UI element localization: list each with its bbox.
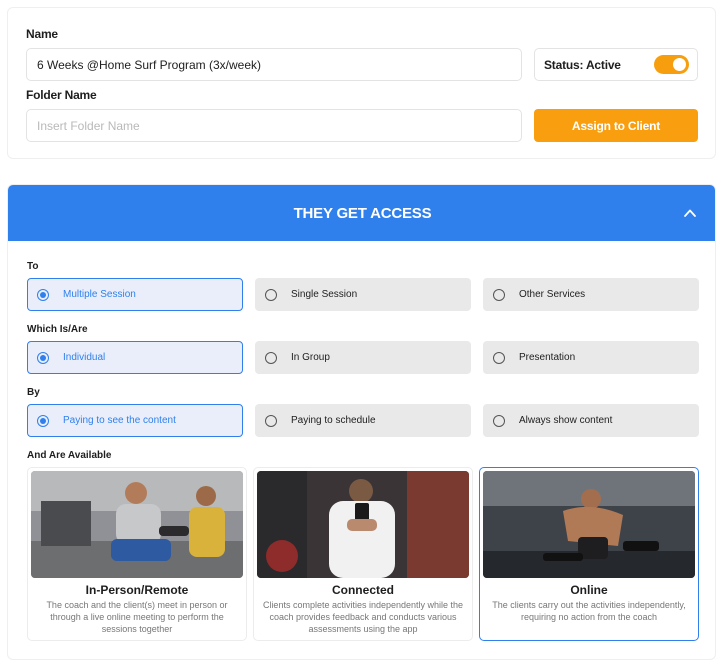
option-in-group[interactable]: In Group xyxy=(255,341,471,374)
phone-user-image xyxy=(257,471,469,578)
option-presentation[interactable]: Presentation xyxy=(483,341,699,374)
to-label: To xyxy=(27,261,39,272)
option-label: Other Services xyxy=(519,289,586,300)
option-label: In Group xyxy=(291,352,330,363)
radio-icon xyxy=(265,351,277,364)
option-individual[interactable]: Individual xyxy=(27,341,243,374)
radio-icon xyxy=(265,288,277,301)
radio-icon xyxy=(493,351,505,364)
assign-to-client-button[interactable]: Assign to Client xyxy=(534,109,698,142)
available-label: And Are Available xyxy=(27,450,112,461)
available-option-connected[interactable]: Connected Clients complete activities in… xyxy=(253,467,473,641)
option-label: Presentation xyxy=(519,352,576,363)
folder-input[interactable]: Insert Folder Name xyxy=(26,109,522,142)
available-option-online[interactable]: Online The clients carry out the activit… xyxy=(479,467,699,641)
radio-selected-icon xyxy=(37,351,49,364)
chevron-up-icon[interactable] xyxy=(683,206,697,220)
access-card: THEY GET ACCESS To Multiple Session Sing… xyxy=(7,184,716,660)
option-label: Always show content xyxy=(519,415,613,426)
option-label: Single Session xyxy=(291,289,358,300)
toggle-knob xyxy=(673,58,686,71)
available-title: Online xyxy=(570,583,608,597)
which-label: Which Is/Are xyxy=(27,324,88,335)
status-label: Status: Active xyxy=(544,57,621,72)
available-title: Connected xyxy=(331,583,394,597)
available-description: Clients complete activities independentl… xyxy=(262,600,464,634)
option-paying-to-schedule[interactable]: Paying to schedule xyxy=(255,404,471,437)
option-paying-to-see-content[interactable]: Paying to see the content xyxy=(27,404,243,437)
radio-icon xyxy=(493,288,505,301)
option-single-session[interactable]: Single Session xyxy=(255,278,471,311)
radio-selected-icon xyxy=(37,414,49,427)
option-label: Individual xyxy=(63,352,106,363)
option-label: Paying to schedule xyxy=(291,415,376,426)
folder-label: Folder Name xyxy=(26,88,97,102)
available-description: The coach and the client(s) meet in pers… xyxy=(46,600,228,634)
name-label: Name xyxy=(26,27,58,41)
program-card: Name 6 Weeks @Home Surf Program (3x/week… xyxy=(7,7,716,159)
radio-selected-icon xyxy=(37,288,49,301)
option-label: Multiple Session xyxy=(63,289,136,300)
option-label: Paying to see the content xyxy=(63,415,176,426)
available-description: The clients carry out the activities ind… xyxy=(492,600,686,622)
name-input[interactable]: 6 Weeks @Home Surf Program (3x/week) xyxy=(26,48,522,81)
option-multiple-session[interactable]: Multiple Session xyxy=(27,278,243,311)
radio-icon xyxy=(265,414,277,427)
status-toggle-box[interactable]: Status: Active xyxy=(534,48,698,81)
radio-icon xyxy=(493,414,505,427)
dumbbell-workout-image xyxy=(483,471,695,578)
option-always-show-content[interactable]: Always show content xyxy=(483,404,699,437)
access-title: THEY GET ACCESS xyxy=(293,204,432,222)
available-option-in-person[interactable]: In-Person/Remote The coach and the clien… xyxy=(27,467,247,641)
access-header[interactable]: THEY GET ACCESS xyxy=(8,185,715,241)
available-title: In-Person/Remote xyxy=(85,583,189,597)
option-other-services[interactable]: Other Services xyxy=(483,278,699,311)
gym-coaching-image xyxy=(31,471,243,578)
by-label: By xyxy=(27,387,40,398)
status-toggle[interactable] xyxy=(654,55,689,74)
